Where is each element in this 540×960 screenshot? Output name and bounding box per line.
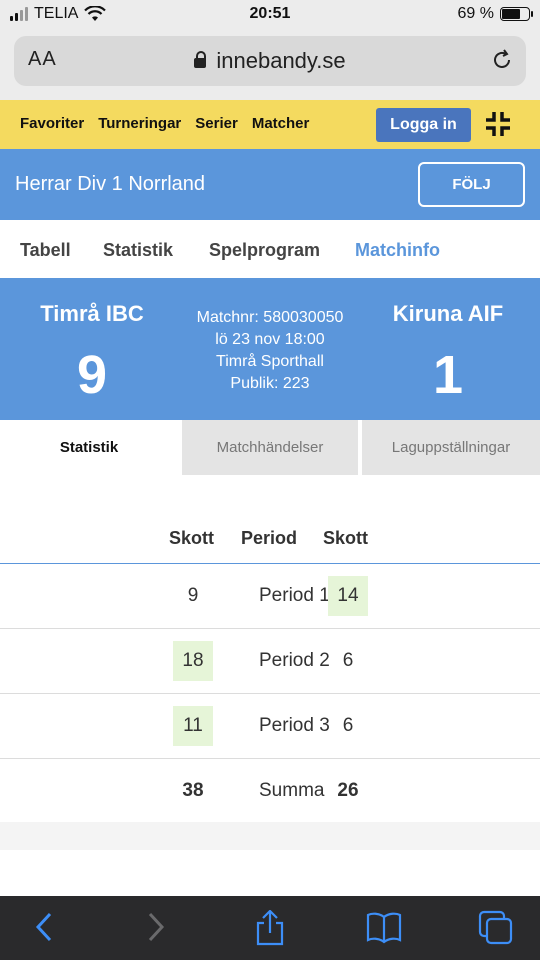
nav-links: Favoriter Turneringar Serier Matcher bbox=[20, 115, 309, 132]
reload-icon[interactable] bbox=[490, 48, 514, 72]
url-display[interactable]: innebandy.se bbox=[14, 48, 526, 74]
table-row: 18 Period 2 6 bbox=[0, 629, 540, 694]
away-team-name[interactable]: Kiruna AIF bbox=[358, 301, 538, 327]
subtab-matchhandelser[interactable]: Matchhändelser bbox=[182, 420, 358, 475]
battery-label: 69 % bbox=[457, 5, 494, 22]
subtab-laguppstallningar[interactable]: Laguppställningar bbox=[362, 420, 540, 475]
header-period: Period bbox=[241, 528, 298, 548]
table-row: 11 Period 3 6 bbox=[0, 694, 540, 759]
home-score: 9 bbox=[76, 345, 108, 405]
header-away-shots: Skott bbox=[323, 528, 368, 548]
home-shots-cell: 18 bbox=[173, 641, 213, 681]
total-row: 38 Summa 26 bbox=[0, 759, 540, 824]
address-bar[interactable]: AA innebandy.se bbox=[14, 36, 526, 86]
back-icon[interactable] bbox=[30, 910, 58, 944]
table-row: 9 Period 1 14 bbox=[0, 564, 540, 629]
bookmarks-icon[interactable] bbox=[366, 910, 402, 944]
tab-spelprogram[interactable]: Spelprogram bbox=[209, 240, 320, 261]
away-shots-total: 26 bbox=[337, 780, 359, 801]
main-tabs: Tabell Statistik Spelprogram Matchinfo bbox=[0, 220, 540, 278]
follow-button[interactable]: FÖLJ bbox=[418, 162, 525, 207]
away-score: 1 bbox=[432, 345, 464, 405]
collapse-icon[interactable] bbox=[484, 110, 512, 138]
battery-icon bbox=[500, 7, 533, 21]
footer-band bbox=[0, 822, 540, 850]
subtab-statistik[interactable]: Statistik bbox=[0, 420, 178, 475]
forward-icon[interactable] bbox=[142, 910, 170, 944]
tabs-icon[interactable] bbox=[478, 910, 514, 946]
home-shots-cell: 11 bbox=[173, 706, 213, 746]
away-shots-cell: 6 bbox=[342, 715, 354, 736]
home-shots-total: 38 bbox=[182, 780, 204, 801]
tab-matchinfo[interactable]: Matchinfo bbox=[355, 240, 440, 261]
match-attendance: Publik: 223 bbox=[230, 375, 310, 392]
nav-matcher[interactable]: Matcher bbox=[252, 115, 310, 132]
match-venue: Timrå Sporthall bbox=[216, 353, 324, 370]
nav-turneringar[interactable]: Turneringar bbox=[98, 115, 181, 132]
browser-toolbar bbox=[0, 896, 540, 960]
match-scoreboard: Timrå IBC 9 Matchnr: 580030050 lö 23 nov… bbox=[0, 278, 540, 420]
status-bar: TELIA 20:51 69 % bbox=[0, 0, 540, 30]
login-button[interactable]: Logga in bbox=[376, 108, 471, 142]
division-header: Herrar Div 1 Norrland FÖLJ bbox=[0, 149, 540, 220]
lock-icon bbox=[194, 51, 207, 68]
share-icon[interactable] bbox=[254, 910, 286, 946]
stats-header: Skott Period Skott bbox=[0, 528, 540, 563]
nav-serier[interactable]: Serier bbox=[195, 115, 238, 132]
away-shots-cell: 14 bbox=[328, 576, 368, 616]
tab-statistik[interactable]: Statistik bbox=[103, 240, 173, 261]
home-shots-cell: 9 bbox=[187, 585, 199, 606]
division-title: Herrar Div 1 Norrland bbox=[15, 173, 206, 195]
match-info: Matchnr: 580030050 lö 23 nov 18:00 Timrå… bbox=[180, 307, 360, 395]
match-date: lö 23 nov 18:00 bbox=[215, 331, 325, 348]
sub-tabs: Statistik Matchhändelser Laguppställning… bbox=[0, 420, 540, 475]
tab-tabell[interactable]: Tabell bbox=[20, 240, 71, 261]
browser-bar: AA innebandy.se bbox=[0, 30, 540, 100]
header-home-shots: Skott bbox=[169, 528, 214, 548]
url-text: innebandy.se bbox=[216, 48, 346, 73]
total-label: Summa bbox=[259, 780, 325, 801]
home-team-name[interactable]: Timrå IBC bbox=[2, 301, 182, 327]
period-cell: Period 2 bbox=[259, 650, 330, 671]
away-shots-cell: 6 bbox=[342, 650, 354, 671]
period-cell: Period 1 bbox=[259, 585, 330, 606]
period-cell: Period 3 bbox=[259, 715, 330, 736]
match-number: Matchnr: 580030050 bbox=[196, 309, 344, 326]
nav-favoriter[interactable]: Favoriter bbox=[20, 115, 84, 132]
status-right: 69 % bbox=[457, 5, 533, 23]
top-nav: Favoriter Turneringar Serier Matcher Log… bbox=[0, 100, 540, 149]
